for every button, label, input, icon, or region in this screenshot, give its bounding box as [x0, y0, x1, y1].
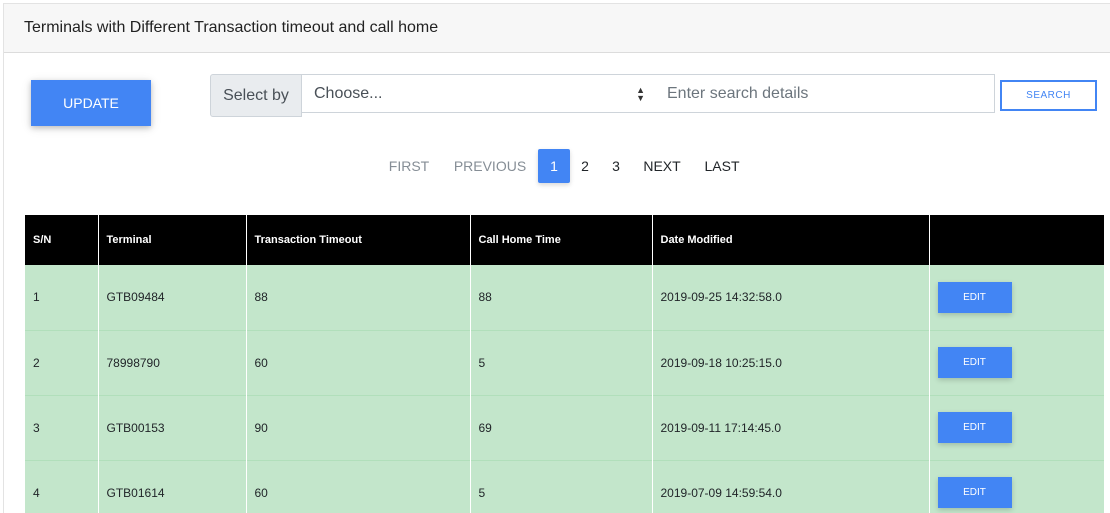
cell-call-home-time: 88 [470, 265, 653, 330]
pagination: FIRST PREVIOUS 1 2 3 NEXT LAST [4, 149, 1110, 183]
column-header-terminal: Terminal [98, 215, 247, 265]
table-row: 3 GTB00153 90 69 2019-09-11 17:14:45.0 E… [25, 395, 1104, 460]
cell-transaction-timeout: 88 [246, 265, 471, 330]
column-header-transaction-timeout: Transaction Timeout [246, 215, 471, 265]
select-by-dropdown[interactable]: Choose... ▲ ▼ [301, 74, 656, 113]
edit-button[interactable]: EDIT [937, 281, 1012, 313]
terminals-card: Terminals with Different Transaction tim… [3, 3, 1110, 513]
page-title: Terminals with Different Transaction tim… [24, 19, 439, 36]
cell-date-modified: 2019-07-09 14:59:54.0 [652, 460, 930, 513]
table-row: 4 GTB01614 60 5 2019-07-09 14:59:54.0 ED… [25, 460, 1104, 513]
cell-date-modified: 2019-09-11 17:14:45.0 [652, 395, 930, 460]
cell-transaction-timeout: 90 [246, 395, 471, 460]
edit-button[interactable]: EDIT [937, 477, 1012, 508]
edit-button[interactable]: EDIT [937, 412, 1012, 443]
edit-button[interactable]: EDIT [937, 347, 1012, 378]
pagination-page-3[interactable]: 3 [608, 149, 624, 183]
cell-terminal: GTB00153 [98, 395, 247, 460]
cell-transaction-timeout: 60 [246, 460, 471, 513]
cell-actions: EDIT [929, 265, 1104, 330]
pagination-next[interactable]: NEXT [641, 149, 683, 183]
terminals-table: S/N Terminal Transaction Timeout Call Ho… [25, 215, 1104, 513]
column-header-actions [929, 215, 1104, 265]
cell-date-modified: 2019-09-25 14:32:58.0 [652, 265, 930, 330]
cell-sn: 2 [25, 330, 99, 395]
cell-sn: 1 [25, 265, 99, 330]
terminals-table-wrapper: S/N Terminal Transaction Timeout Call Ho… [25, 215, 1104, 513]
pagination-first[interactable]: FIRST [388, 149, 430, 183]
card-header: Terminals with Different Transaction tim… [4, 4, 1110, 53]
table-header-row: S/N Terminal Transaction Timeout Call Ho… [25, 215, 1104, 265]
search-input[interactable] [655, 74, 995, 113]
column-header-call-home-time: Call Home Time [470, 215, 653, 265]
pagination-page-2[interactable]: 2 [577, 149, 593, 183]
search-button[interactable]: SEARCH [1000, 80, 1097, 111]
table-row: 2 78998790 60 5 2019-09-18 10:25:15.0 ED… [25, 330, 1104, 395]
cell-call-home-time: 69 [470, 395, 653, 460]
cell-actions: EDIT [929, 330, 1104, 395]
pagination-page-1[interactable]: 1 [538, 149, 570, 183]
table-row: 1 GTB09484 88 88 2019-09-25 14:32:58.0 E… [25, 265, 1104, 330]
cell-sn: 3 [25, 395, 99, 460]
cell-actions: EDIT [929, 460, 1104, 513]
cell-terminal: GTB01614 [98, 460, 247, 513]
cell-call-home-time: 5 [470, 460, 653, 513]
cell-sn: 4 [25, 460, 99, 513]
update-button[interactable]: UPDATE [31, 80, 151, 126]
pagination-previous[interactable]: PREVIOUS [452, 149, 528, 183]
cell-terminal: GTB09484 [98, 265, 247, 330]
select-value: Choose... [314, 84, 383, 102]
cell-terminal: 78998790 [98, 330, 247, 395]
cell-actions: EDIT [929, 395, 1104, 460]
column-header-date-modified: Date Modified [652, 215, 930, 265]
cell-transaction-timeout: 60 [246, 330, 471, 395]
cell-date-modified: 2019-09-18 10:25:15.0 [652, 330, 930, 395]
pagination-last[interactable]: LAST [703, 149, 741, 183]
select-arrows-icon: ▲ ▼ [636, 85, 645, 103]
cell-call-home-time: 5 [470, 330, 653, 395]
column-header-sn: S/N [25, 215, 99, 265]
select-by-label: Select by [210, 74, 302, 117]
